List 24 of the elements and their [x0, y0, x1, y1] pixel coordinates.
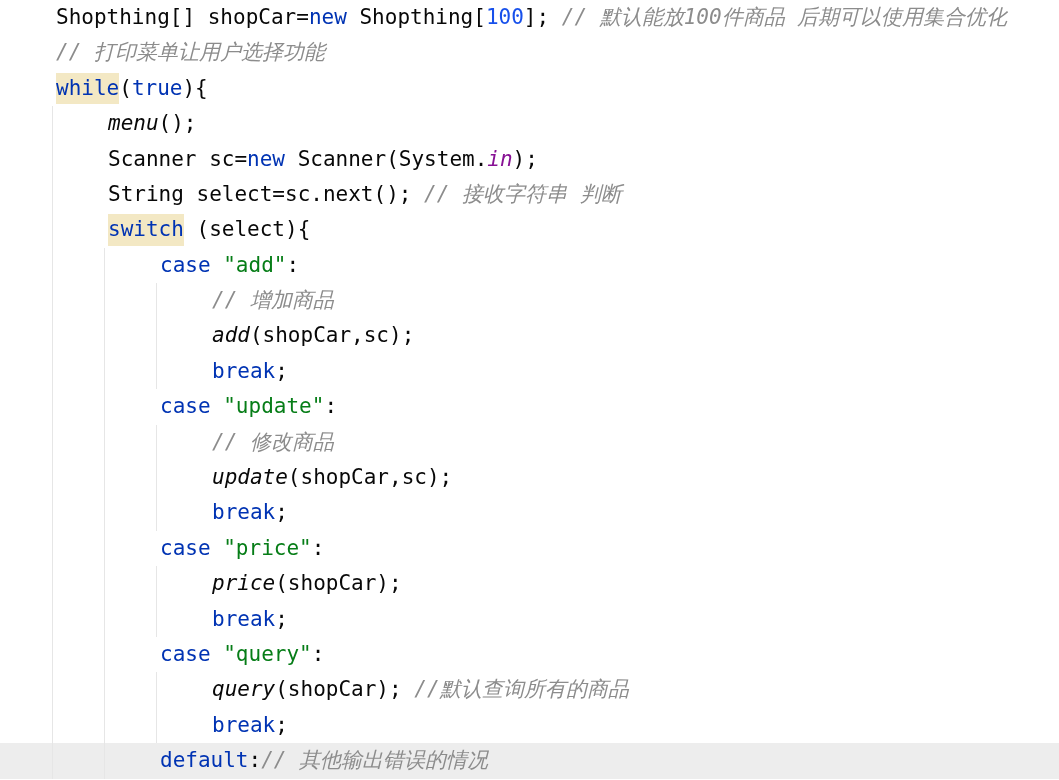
code-line: default:// 其他输出错误的情况	[160, 747, 489, 775]
code-line: Scanner sc=new Scanner(System.in);	[108, 145, 538, 173]
code-line: price(shopCar);	[212, 570, 402, 598]
code-line: menu();	[108, 110, 197, 138]
code-line: case "price":	[160, 534, 325, 562]
code-line: query(shopCar); //默认查询所有的商品	[212, 676, 629, 704]
code-line: // 打印菜单让用户选择功能	[56, 39, 325, 67]
code-line: // 增加商品	[212, 287, 334, 315]
code-line: break;	[212, 605, 288, 633]
code-line: // 修改商品	[212, 428, 334, 456]
code-text: (select){	[195, 216, 311, 244]
code-line: String select=sc.next(); // 接收字符串 判断	[108, 180, 622, 208]
code-line: case "add":	[160, 251, 300, 279]
highlighted-keyword: switch	[108, 214, 184, 246]
highlighted-keyword: while	[56, 72, 120, 105]
code-line: break;	[212, 711, 288, 739]
code-line: Shopthing[] shopCar=new Shopthing[100]; // 默认能放100件商品 后期可以使用集合优化	[56, 3, 1008, 31]
code-line: case "update":	[160, 393, 338, 421]
code-line: update(shopCar,sc);	[212, 464, 453, 491]
code-line: case "query":	[160, 640, 325, 668]
code-line: break;	[212, 499, 288, 527]
code-line: break;	[212, 357, 288, 385]
code-text: (true){	[119, 74, 208, 102]
code-line: add(shopCar,sc);	[212, 322, 415, 350]
